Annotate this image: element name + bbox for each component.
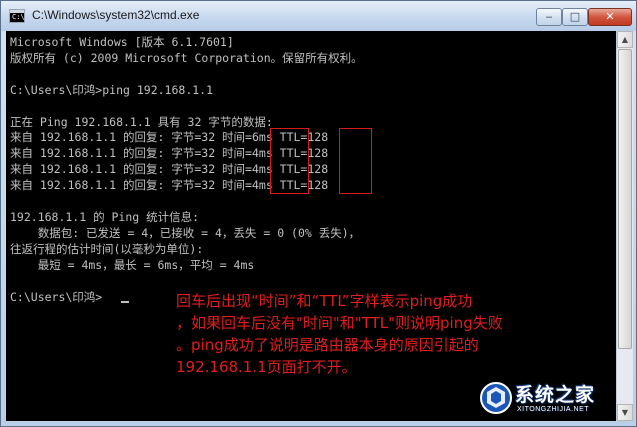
console-line: 192.168.1.1 的 Ping 统计信息: (10, 210, 200, 224)
vertical-scrollbar[interactable]: ▲ ▼ (616, 31, 633, 421)
scroll-thumb[interactable] (618, 49, 632, 349)
title-bar[interactable]: C:\ C:\Windows\system32\cmd.exe ‒ □ ✕ (1, 1, 636, 31)
minimize-button[interactable]: ‒ (536, 8, 562, 26)
close-button[interactable]: ✕ (588, 8, 632, 26)
cmd-window: C:\ C:\Windows\system32\cmd.exe ‒ □ ✕ Mi… (0, 0, 637, 427)
console-line: 正在 Ping 192.168.1.1 具有 32 字节的数据: (10, 115, 273, 129)
annotation-line: 回车后出现“时间”和“TTL”字样表示ping成功 (176, 292, 473, 310)
watermark-logo-icon (480, 382, 512, 414)
maximize-button[interactable]: □ (562, 8, 588, 26)
console-output[interactable]: Microsoft Windows [版本 6.1.7601] 版权所有 (c)… (6, 31, 616, 421)
console-prompt: C:\Users\印鸿> (10, 290, 103, 304)
site-watermark: 系统之家 XITONGZHIJIA.NET (479, 379, 629, 423)
watermark-brand: 系统之家 (515, 384, 596, 406)
watermark-url: XITONGZHIJIA.NET (517, 406, 590, 413)
console-line: 数据包: 已发送 = 4，已接收 = 4，丢失 = 0 (0% 丢失)， (10, 226, 361, 240)
console-line: 版权所有 (c) 2009 Microsoft Corporation。保留所有… (10, 51, 363, 65)
annotation-line: 192.168.1.1页面打不开。 (176, 358, 357, 376)
annotation-line: 。ping成功了说明是路由器本身的原因引起的 (176, 336, 479, 354)
cmd-app-icon-text: C:\ (12, 13, 25, 21)
console-line: C:\Users\印鸿>ping 192.168.1.1 (10, 83, 214, 97)
text-cursor (121, 301, 129, 303)
window-title: C:\Windows\system32\cmd.exe (32, 8, 200, 22)
time-highlight-box (270, 128, 309, 194)
console-line: 往返行程的估计时间(以毫秒为单位): (10, 242, 204, 256)
annotation-line: ，如果回车后没有"时间"和"TTL"则说明ping失败 (176, 314, 503, 332)
console-line: 最短 = 4ms，最长 = 6ms，平均 = 4ms (10, 258, 255, 272)
scroll-up-arrow-icon[interactable]: ▲ (617, 31, 633, 48)
ttl-highlight-box (339, 128, 372, 194)
cmd-app-icon[interactable]: C:\ (9, 9, 25, 23)
console-line: Microsoft Windows [版本 6.1.7601] (10, 35, 234, 49)
